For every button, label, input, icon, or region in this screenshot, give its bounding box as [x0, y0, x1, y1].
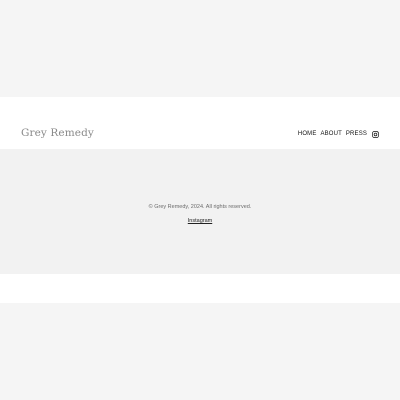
- nav-instagram-link[interactable]: [372, 130, 379, 138]
- white-spacer: [0, 274, 400, 303]
- nav-press-link[interactable]: PRESS: [346, 130, 367, 138]
- brand-logo-link[interactable]: Grey Remedy: [21, 127, 94, 139]
- footer-instagram-item: Instagram: [0, 218, 400, 225]
- nav-home-link[interactable]: HOME: [298, 130, 317, 138]
- instagram-icon: [372, 130, 379, 138]
- bottom-spacer: [0, 303, 400, 400]
- top-spacer: [0, 0, 400, 97]
- page: Grey Remedy HOME ABOUT PRESS © Grey Reme…: [0, 0, 400, 400]
- main-nav: HOME ABOUT PRESS: [298, 130, 379, 138]
- site-footer: © Grey Remedy, 2024. All rights reserved…: [0, 149, 400, 274]
- copyright-text: © Grey Remedy, 2024. All rights reserved…: [148, 204, 252, 210]
- footer-instagram-link[interactable]: Instagram: [188, 218, 212, 224]
- site-header: Grey Remedy HOME ABOUT PRESS: [0, 97, 400, 149]
- nav-about-link[interactable]: ABOUT: [320, 130, 341, 138]
